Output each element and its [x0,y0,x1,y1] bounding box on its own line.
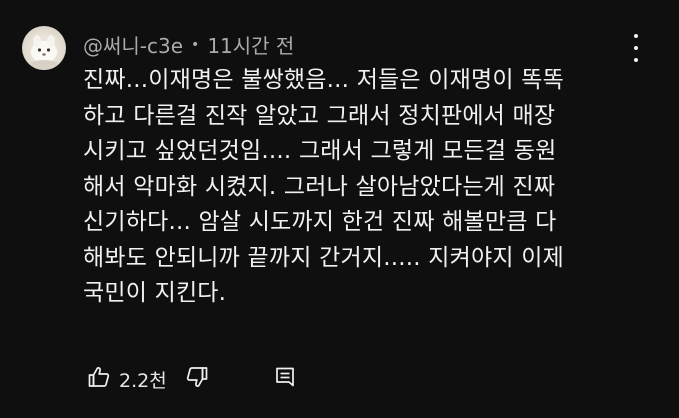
comment-line: 해봐도 안되니까 끝까지 간거지..... 지켜야지 이제 [83,244,564,271]
comment-header: @써니-c3e • 11시간 전 [83,30,294,59]
author-name[interactable]: @써니-c3e [83,30,183,59]
more-vert-icon[interactable] [626,34,646,62]
comment-line: 국민이 지킨다. [83,280,227,306]
like-count: 2.2천 [119,369,167,392]
thumbs-down-icon[interactable] [185,365,209,393]
comment-line: 해서 악마화 시켰지. 그러나 살아남았다는게 진짜 [83,173,556,200]
avatar[interactable] [22,26,66,70]
comment-line: 신기하다... 암살 시도까지 한건 진짜 해볼만큼 다 [83,209,557,235]
reply-comment-icon[interactable] [273,365,297,393]
avatar-image [28,35,60,70]
comment-line: 진짜...이재명은 불쌍했음... 저들은 이재명이 똑똑 [83,67,564,93]
comment-actions: 2.2천 [87,365,297,393]
comment-line: 하고 다른걸 진작 알았고 그래서 정치판에서 매장 [83,102,556,129]
comment-line: 시키고 싶었던것임.... 그래서 그렇게 모든걸 동원 [83,138,557,164]
comment-timestamp[interactable]: 11시간 전 [207,30,294,59]
thumbs-up-icon[interactable] [87,365,111,393]
separator-dot: • [191,36,200,53]
comment-text: 진짜...이재명은 불쌍했음... 저들은 이재명이 똑똑 하고 다른걸 진작 … [83,63,673,312]
